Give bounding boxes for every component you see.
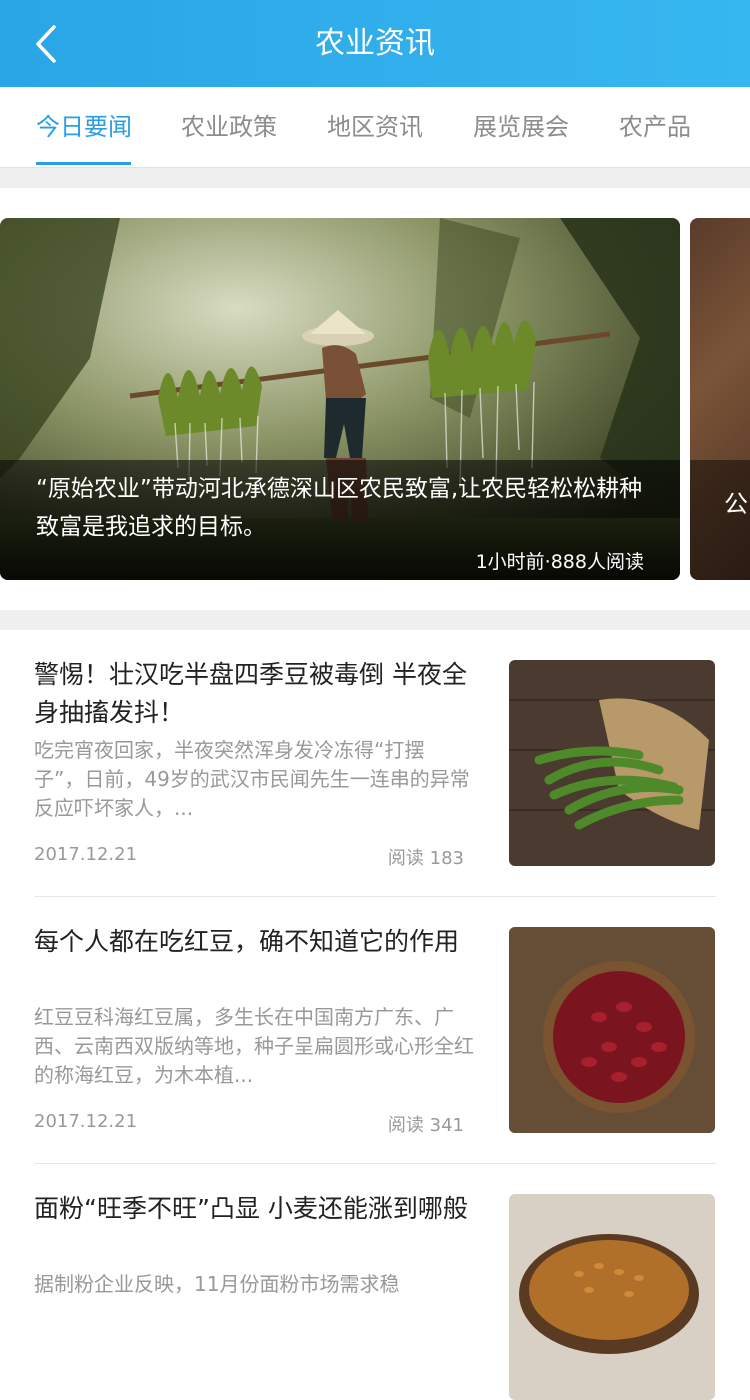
news-item[interactable]: 面粉“旺季不旺”凸显 小麦还能涨到哪般 据制粉企业反映，11月份面粉市场需求稳 xyxy=(34,1194,716,1400)
green-beans-thumbnail xyxy=(509,660,715,866)
tab-today-news[interactable]: 今日要闻 xyxy=(36,87,132,167)
section-divider xyxy=(0,168,750,188)
tab-exhibitions[interactable]: 展览展会 xyxy=(473,87,569,167)
tab-active-indicator xyxy=(36,162,131,165)
banner-meta: 1小时前·888人阅读 xyxy=(475,551,644,573)
banner-carousel[interactable]: “原始农业”带动河北承德深山区农民致富,让农民轻松松耕种致富是我追求的目标。 1… xyxy=(0,188,750,610)
news-title: 警惕！壮汉吃半盘四季豆被毒倒 半夜全身抽搐发抖！ xyxy=(34,660,467,727)
page-title: 农业资讯 xyxy=(315,26,435,61)
news-summary: 吃完宵夜回家，半夜突然浑身发冷冻得“打摆子”，日前，49岁的武汉市民闻先生一连串… xyxy=(34,738,470,820)
banner-title: “原始农业”带动河北承德深山区农民致富,让农民轻松松耕种致富是我追求的目标。 xyxy=(36,476,643,540)
news-title: 每个人都在吃红豆，确不知道它的作用 xyxy=(34,927,460,956)
section-divider xyxy=(0,610,750,630)
tab-regional-news[interactable]: 地区资讯 xyxy=(327,87,423,167)
wheat-grain-thumbnail xyxy=(509,1194,715,1400)
news-summary: 红豆豆科海红豆属，多生长在中国南方广东、广西、云南西双版纳等地，种子呈扁圆形或心… xyxy=(34,1005,474,1087)
news-summary: 据制粉企业反映，11月份面粉市场需求稳 xyxy=(34,1272,400,1296)
banner-caption-bg xyxy=(690,460,750,580)
banner-slide[interactable]: “原始农业”带动河北承德深山区农民致富,让农民轻松松耕种致富是我追求的目标。 1… xyxy=(0,218,680,580)
tab-bar: 今日要闻 农业政策 地区资讯 展览展会 农产品 xyxy=(0,87,750,168)
news-read-count: 阅读 183 xyxy=(387,848,464,869)
news-item[interactable]: 警惕！壮汉吃半盘四季豆被毒倒 半夜全身抽搐发抖！ 吃完宵夜回家，半夜突然浑身发冷… xyxy=(34,660,716,897)
banner-title: 公 xyxy=(724,490,748,518)
header-bar: 农业资讯 xyxy=(0,0,750,87)
red-beans-thumbnail xyxy=(509,927,715,1133)
news-item[interactable]: 每个人都在吃红豆，确不知道它的作用 红豆豆科海红豆属，多生长在中国南方广东、广西… xyxy=(34,927,716,1164)
news-title: 面粉“旺季不旺”凸显 小麦还能涨到哪般 xyxy=(34,1194,468,1223)
news-date: 2017.12.21 xyxy=(34,1111,138,1132)
banner-slide-next[interactable]: 公 xyxy=(690,218,750,580)
tab-agri-products[interactable]: 农产品 xyxy=(619,87,691,167)
news-read-count: 阅读 341 xyxy=(387,1115,464,1136)
tab-agri-policy[interactable]: 农业政策 xyxy=(181,87,277,167)
news-date: 2017.12.21 xyxy=(34,844,138,865)
